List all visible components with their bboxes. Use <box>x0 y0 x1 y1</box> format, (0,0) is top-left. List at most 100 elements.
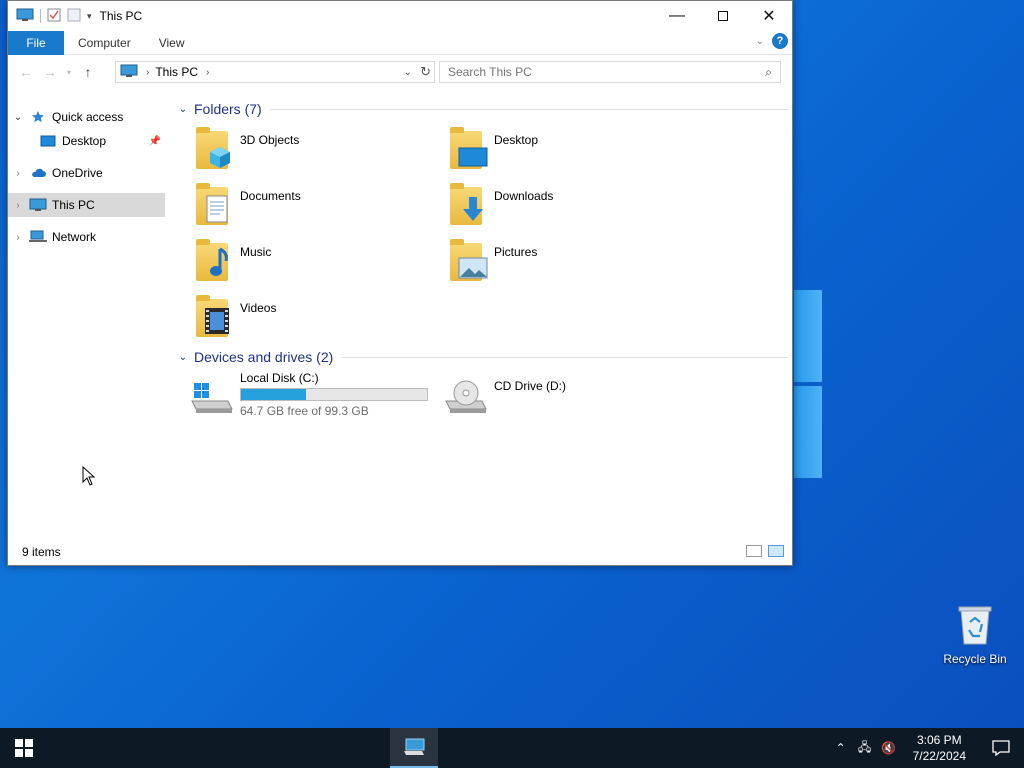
drive-item-c[interactable]: Local Disk (C:) 64.7 GB free of 99.3 GB <box>188 371 442 427</box>
nav-item-network[interactable]: › Network <box>8 225 165 249</box>
taskbar: ⌃ 🖧 🔇 3:06 PM 7/22/2024 <box>0 728 1024 768</box>
this-pc-icon <box>28 197 48 213</box>
group-title: Folders (7) <box>194 101 262 117</box>
quick-access-toolbar: ▾ <box>8 8 92 25</box>
volume-muted-icon[interactable]: 🔇 <box>877 741 901 755</box>
tab-computer[interactable]: Computer <box>64 36 145 50</box>
chevron-down-icon[interactable]: ⌄ <box>172 104 194 115</box>
folder-label: Videos <box>240 301 277 315</box>
window-title: This PC <box>99 9 143 23</box>
folder-item[interactable]: Documents <box>194 181 448 237</box>
notification-icon <box>992 740 1010 756</box>
system-tray: ⌃ 🖧 🔇 3:06 PM 7/22/2024 <box>829 728 1024 768</box>
new-folder-icon[interactable] <box>67 8 81 25</box>
forward-arrow-icon[interactable]: → <box>38 64 62 80</box>
nav-item-this-pc[interactable]: › This PC <box>8 193 165 217</box>
nav-item-label: Desktop <box>62 134 107 148</box>
drive-free-space: 64.7 GB free of 99.3 GB <box>240 404 369 418</box>
tab-view[interactable]: View <box>145 36 199 50</box>
clock-date: 7/22/2024 <box>912 749 966 763</box>
this-pc-icon <box>120 64 138 81</box>
folder-item[interactable]: Pictures <box>448 237 702 293</box>
search-placeholder: Search This PC <box>448 65 532 79</box>
recycle-bin-shortcut[interactable]: Recycle Bin <box>940 600 1010 666</box>
this-pc-icon <box>16 8 34 25</box>
drive-item-d[interactable]: CD Drive (D:) <box>442 371 696 427</box>
folder-item[interactable]: 3D Objects <box>194 125 448 181</box>
chevron-up-icon[interactable]: ⌃ <box>829 741 853 755</box>
downloads-icon <box>448 181 488 227</box>
up-arrow-icon[interactable]: ↑ <box>76 64 100 80</box>
recycle-bin-label: Recycle Bin <box>943 652 1007 666</box>
nav-item-label: OneDrive <box>52 166 103 180</box>
navigation-bar: ← → ▾ ↑ › This PC › ⌄ ↻ Search This PC ⌕ <box>8 55 792 89</box>
desktop-icon <box>38 133 58 149</box>
pin-icon[interactable]: 📌 <box>149 136 161 147</box>
cd-drive-icon <box>442 371 488 417</box>
search-input[interactable]: Search This PC ⌕ <box>439 61 781 83</box>
chevron-right-icon[interactable]: › <box>8 232 28 243</box>
minimize-icon: — <box>669 7 685 24</box>
nav-item-label: Network <box>52 230 97 244</box>
address-dropdown-icon[interactable]: ⌄ <box>404 67 412 78</box>
search-icon[interactable]: ⌕ <box>765 65 772 80</box>
tab-file[interactable]: File <box>8 30 64 55</box>
title-bar[interactable]: ▾ This PC — ✕ <box>8 1 792 31</box>
folder-item[interactable]: Videos <box>194 293 448 349</box>
close-icon: ✕ <box>762 8 776 25</box>
expand-ribbon-icon[interactable]: ⌄ <box>756 36 764 47</box>
properties-icon[interactable] <box>47 8 61 25</box>
close-button[interactable]: ✕ <box>746 1 792 31</box>
folders-group-header[interactable]: ⌄ Folders (7) <box>168 97 788 121</box>
cloud-icon <box>28 165 48 181</box>
chevron-right-icon[interactable]: › <box>8 200 28 211</box>
drives-grid: Local Disk (C:) 64.7 GB free of 99.3 GB … <box>168 371 788 427</box>
network-icon <box>28 229 48 245</box>
disk-usage-fill <box>241 389 306 400</box>
drives-group-header[interactable]: ⌄ Devices and drives (2) <box>168 345 788 369</box>
nav-item-desktop[interactable]: Desktop 📌 <box>8 129 165 153</box>
minimize-button[interactable]: — <box>654 1 700 31</box>
star-icon <box>28 109 48 125</box>
folder-item[interactable]: Downloads <box>448 181 702 237</box>
chevron-down-icon[interactable]: ⌄ <box>172 352 194 363</box>
item-count: 9 items <box>22 545 61 559</box>
address-bar[interactable]: › This PC › ⌄ ↻ <box>115 61 435 83</box>
details-view-icon[interactable] <box>746 545 762 557</box>
network-status-icon[interactable]: 🖧 <box>853 738 877 759</box>
drive-label: Local Disk (C:) <box>240 371 319 385</box>
recycle-bin-icon <box>957 604 993 646</box>
taskbar-file-explorer-button[interactable] <box>390 728 438 768</box>
clock[interactable]: 3:06 PM 7/22/2024 <box>901 732 978 764</box>
help-icon[interactable]: ? <box>772 33 788 49</box>
documents-icon <box>194 181 234 227</box>
divider <box>341 356 788 358</box>
breadcrumb-this-pc[interactable]: This PC <box>155 65 198 79</box>
chevron-right-icon[interactable]: › <box>8 168 28 179</box>
maximize-button[interactable] <box>700 1 746 31</box>
folder-label: 3D Objects <box>240 133 300 147</box>
folders-grid: 3D Objects Desktop Documents Downloads M… <box>168 125 788 349</box>
breadcrumb-chevron-icon[interactable]: › <box>206 67 209 78</box>
recent-locations-icon[interactable]: ▾ <box>62 68 76 77</box>
action-center-button[interactable] <box>978 728 1024 768</box>
refresh-icon[interactable]: ↻ <box>420 64 431 80</box>
nav-item-onedrive[interactable]: › OneDrive <box>8 161 165 185</box>
navigation-pane: ⌄ Quick access Desktop 📌 › OneDrive › Th… <box>8 105 165 257</box>
nav-item-label: Quick access <box>52 110 124 124</box>
folder-label: Pictures <box>494 245 538 259</box>
folder-item[interactable]: Music <box>194 237 448 293</box>
back-arrow-icon[interactable]: ← <box>14 64 38 80</box>
pictures-icon <box>448 237 488 283</box>
folder-item[interactable]: Desktop <box>448 125 702 181</box>
videos-icon <box>194 293 234 339</box>
customize-qat-icon[interactable]: ▾ <box>87 11 92 22</box>
this-pc-icon <box>404 738 425 755</box>
folder-label: Desktop <box>494 133 539 147</box>
breadcrumb-separator-icon[interactable]: › <box>146 67 149 78</box>
desktop-folder-icon <box>448 125 488 171</box>
chevron-down-icon[interactable]: ⌄ <box>8 112 28 123</box>
large-icons-view-icon[interactable] <box>768 545 784 557</box>
start-button[interactable] <box>0 728 48 768</box>
nav-item-quick-access[interactable]: ⌄ Quick access <box>8 105 165 129</box>
